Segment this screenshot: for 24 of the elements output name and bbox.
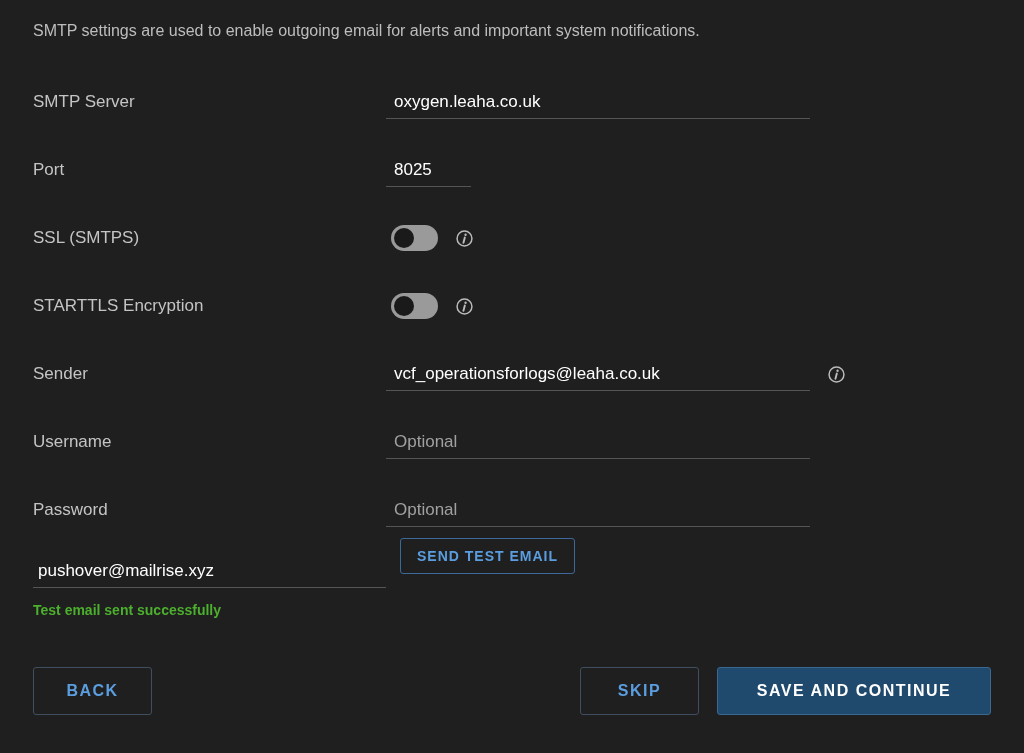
text-field[interactable]: Optional — [386, 493, 810, 527]
field-label: STARTTLS Encryption — [33, 295, 205, 318]
field-label: Port — [33, 159, 66, 182]
text-field[interactable]: vcf_operationsforlogs@leaha.co.uk — [386, 357, 810, 391]
test-recipient-field[interactable]: pushover@mailrise.xyz — [33, 554, 386, 588]
field-label: Username — [33, 431, 113, 454]
text-field[interactable]: Optional — [386, 425, 810, 459]
send-test-email-button[interactable]: SEND TEST EMAIL — [400, 538, 575, 574]
success-message: Test email sent successfully — [33, 601, 223, 620]
field-label: Sender — [33, 363, 89, 386]
info-icon[interactable] — [456, 297, 473, 315]
back-button[interactable]: BACK — [33, 667, 152, 715]
toggle-switch[interactable] — [391, 293, 438, 319]
skip-button[interactable]: SKIP — [580, 667, 699, 715]
save-and-continue-button[interactable]: SAVE AND CONTINUE — [717, 667, 991, 715]
intro-text: SMTP settings are used to enable outgoing email for alerts and important system notifications. — [33, 21, 701, 41]
info-icon[interactable] — [828, 365, 845, 383]
field-label: SSL (SMTPS) — [33, 227, 141, 250]
field-label: SMTP Server — [33, 91, 136, 114]
text-field[interactable]: oxygen.leaha.co.uk — [386, 85, 810, 119]
toggle-switch[interactable] — [391, 225, 438, 251]
text-field[interactable]: 8025 — [386, 153, 471, 187]
info-icon[interactable] — [456, 229, 473, 247]
field-label: Password — [33, 499, 109, 522]
